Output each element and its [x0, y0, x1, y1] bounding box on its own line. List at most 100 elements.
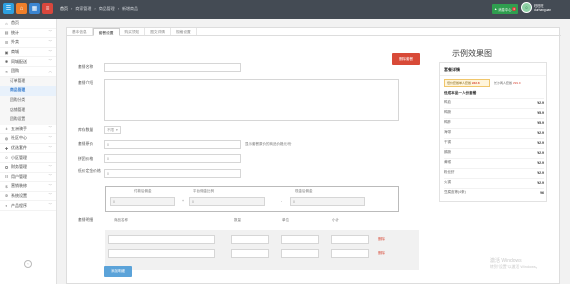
tab[interactable]: 图文详情: [145, 28, 171, 35]
dish-row: 鸭胗 ¥5.9: [444, 118, 544, 127]
message-center-button[interactable]: ▲ 消息中心 0: [492, 4, 518, 14]
sidebar-subitem[interactable]: 团购设置: [0, 114, 56, 125]
dish-name: 火锅: [444, 180, 451, 185]
item-name-input[interactable]: [108, 249, 215, 258]
dish-price: ¥2.9: [537, 130, 544, 135]
intro-textarea[interactable]: [104, 79, 399, 121]
minus-sign: -: [281, 199, 283, 203]
product-icon: ◐: [5, 203, 8, 209]
dish-price: ¥5.9: [537, 110, 544, 115]
delete-row-link[interactable]: 删除: [378, 237, 385, 242]
breadcrumb: 首页 › 商家管理 › 商品管理 › 新增商品: [60, 6, 139, 12]
suite-icon: ✚: [4, 145, 9, 151]
price-input[interactable]: 0: [104, 140, 241, 149]
tab-bar: 基本信息 套餐设置 购买须知 图文详情 规格设置: [67, 28, 561, 36]
sidebar-item[interactable]: $ 营销装修 ﹀: [0, 182, 56, 192]
tab[interactable]: 购买须知: [120, 28, 146, 35]
stock-select[interactable]: 不限 ▾: [104, 126, 121, 134]
sidebar-subitem[interactable]: 商品管理: [0, 86, 56, 96]
dish-row: 黄喉 ¥2.9: [444, 158, 544, 167]
users-icon: ☷: [4, 174, 9, 180]
sidebar-item[interactable]: ⌂ 首页: [0, 19, 56, 29]
cash-commission-input[interactable]: 0: [290, 197, 365, 206]
platform-rate-input[interactable]: 0: [189, 197, 265, 206]
package-badge: 长沙两人套餐 ¥99.9: [494, 81, 521, 85]
sidebar-subitem[interactable]: 订单管理: [0, 76, 56, 87]
sidebar-item[interactable]: ☷ 用户管理 ﹀: [0, 173, 56, 183]
community-icon: ◍: [4, 135, 9, 141]
item-unit-input[interactable]: [281, 235, 319, 244]
detail-header: 单位: [282, 218, 289, 222]
sidebar-item[interactable]: ✲ 系统设置 ﹀: [0, 192, 56, 202]
group-icon: ∝: [5, 68, 8, 74]
dashboard-icon[interactable]: ☰: [3, 3, 14, 14]
sidebar-item[interactable]: ☰ 外卖 ﹀: [0, 38, 56, 48]
delete-row-link[interactable]: 删除: [378, 251, 385, 256]
name-input[interactable]: [104, 63, 241, 72]
dish-price: ¥2.9: [537, 160, 544, 165]
item-subtotal-input[interactable]: [331, 235, 369, 244]
chevron-icon: ﹀: [48, 193, 53, 198]
delete-package-button[interactable]: 删除套餐: [392, 53, 420, 65]
sidebar-item[interactable]: ▤ 统计 ﹀: [0, 29, 56, 39]
group-price-label: 拼团价格: [78, 157, 94, 161]
crumb-goods[interactable]: 商品管理: [99, 6, 115, 12]
sidebar-subitem[interactable]: 团购分类: [0, 95, 56, 106]
deposit-input[interactable]: 0: [104, 169, 241, 178]
chevron-icon: ﹀: [48, 30, 53, 35]
avatar: ☺: [521, 2, 532, 13]
crumb-home[interactable]: 首页: [60, 6, 68, 12]
add-detail-button[interactable]: 添加明细: [104, 266, 132, 277]
detail-header: 小计: [332, 218, 339, 222]
tab[interactable]: 规格设置: [171, 28, 197, 35]
list-icon[interactable]: ≡: [42, 3, 53, 14]
grid-icon[interactable]: ▦: [29, 3, 40, 14]
bell-icon: ▲: [494, 7, 498, 11]
sidebar-item[interactable]: ∝ 团购 ︿: [0, 67, 56, 77]
deposit-label: 低价定金价格: [78, 169, 101, 173]
item-unit-input[interactable]: [281, 249, 319, 258]
tab[interactable]: 基本信息: [67, 28, 93, 35]
sidebar-item[interactable]: ǂ 五洲骑手 ﹀: [0, 125, 56, 135]
sidebar-item[interactable]: ◍ 社区中心 ﹀: [0, 134, 56, 144]
intro-label: 套餐介绍: [78, 81, 94, 85]
sidebar-item[interactable]: ▣ 商城 ﹀: [0, 48, 56, 58]
dish-price: ¥6: [540, 190, 544, 195]
dish-row: 鸭肠 ¥5.9: [444, 108, 544, 117]
commission-input[interactable]: 0: [110, 197, 175, 206]
message-count-badge: 0: [512, 7, 517, 11]
chevron-down-icon: ▾: [116, 128, 118, 132]
chart-icon: ▤: [4, 30, 9, 36]
sidebar-item[interactable]: ✪ 财务管理 ﹀: [0, 163, 56, 173]
detail-header: 商品名称: [114, 218, 128, 222]
rider-icon: ǂ: [5, 126, 8, 132]
dish-price: ¥2.9: [537, 140, 544, 145]
dish-row: 鹅肠 ¥2.9: [444, 148, 544, 157]
sidebar-item[interactable]: ✱ 同城配送 ﹀: [0, 57, 56, 67]
dish-name: 鸭肠: [444, 110, 451, 115]
sidebar-item[interactable]: ◐ 产品程序 ﹀: [0, 201, 56, 211]
dish-price: ¥2.9: [537, 150, 544, 155]
card-title: 套餐详情: [444, 67, 460, 72]
tab[interactable]: 套餐设置: [92, 28, 120, 36]
dish-row: 豆腐皮等(4条) ¥6: [444, 188, 544, 197]
collapse-icon[interactable]: ‹: [24, 260, 32, 268]
sidebar-item[interactable]: ☺ 小区管理: [0, 153, 56, 163]
item-qty-input[interactable]: [231, 249, 269, 258]
chevron-icon: ﹀: [48, 183, 53, 188]
item-subtotal-input[interactable]: [331, 249, 369, 258]
item-qty-input[interactable]: [231, 235, 269, 244]
group-price-input[interactable]: 0: [104, 154, 241, 163]
preview-card: 套餐详情 低价套餐单人套餐 ¥32.8 长沙两人套餐 ¥99.9 低成本品一人份套餐…: [439, 62, 547, 202]
user-menu[interactable]: ☺ 旺旺旺 durhanguan: [521, 2, 551, 13]
top-bar: ☰ ⌂ ▦ ≡ 首页 › 商家管理 › 商品管理 › 新增商品 ▲ 消息中心 0 ☺ 旺旺…: [0, 0, 570, 19]
sidebar-item[interactable]: ✚ 优选套件 ﹀: [0, 144, 56, 154]
package-badge: 低价套餐单人套餐 ¥32.8: [444, 79, 490, 87]
crumb-shop[interactable]: 商家管理: [75, 6, 91, 12]
sidebar-subitem[interactable]: 店铺管理: [0, 105, 56, 115]
commission-header: 现金后佣金: [295, 189, 313, 193]
plus-sign: +: [182, 199, 185, 203]
home-icon[interactable]: ⌂: [16, 3, 27, 14]
user-account: durhanguan: [534, 7, 552, 12]
item-name-input[interactable]: [108, 235, 215, 244]
